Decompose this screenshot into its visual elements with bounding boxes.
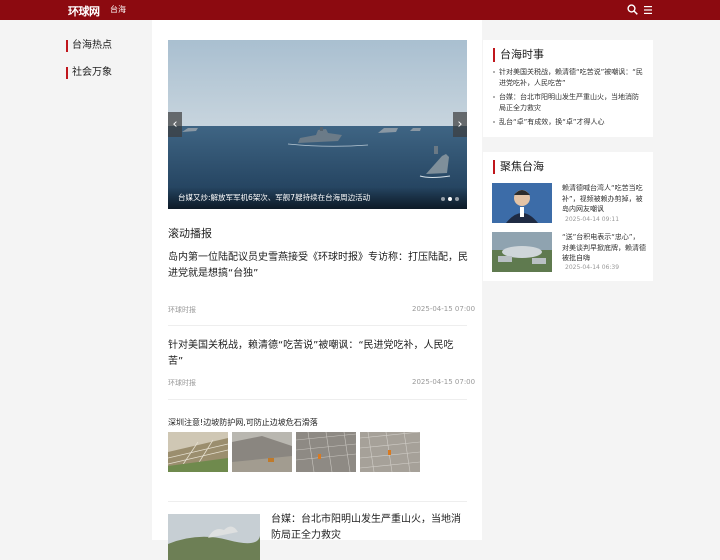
carousel-dots [441, 197, 459, 201]
search-icon[interactable] [627, 4, 638, 15]
nav-item-hot[interactable]: 台海热点 [66, 40, 112, 52]
news-divider [168, 325, 467, 326]
top-bar: 环球网 台海 [0, 0, 720, 20]
gallery-thumb-1[interactable] [168, 432, 228, 472]
news-time-1: 2025-04-15 07:00 [412, 305, 476, 313]
news-time-2: 2025-04-15 07:00 [412, 378, 476, 386]
menu-icon[interactable] [643, 5, 653, 15]
gallery-title[interactable]: 深圳注意!边坡防护网,可防止边坡危石滑落 [168, 417, 318, 428]
gallery-thumb-2[interactable] [232, 432, 292, 472]
carousel-dot-2[interactable] [448, 197, 452, 201]
section-title-scroll: 滚动播报 [168, 227, 212, 240]
focus-image-1[interactable] [492, 183, 552, 223]
news-divider [168, 501, 467, 502]
site-logo[interactable]: 环球网 [68, 3, 100, 19]
nav-item-society[interactable]: 社会万象 [66, 67, 112, 79]
news-title-2[interactable]: 针对美国关税战，赖清德“吃苦说”被嘲讽：“民进党吃补，人民吃苦” [168, 338, 468, 370]
focus-image-2[interactable] [492, 232, 552, 272]
sidebar-current-box: 台海时事 针对美国关税战，赖清德“吃苦说”被嘲讽：“民进党吃补，人民吃苦” 台媒… [483, 40, 653, 137]
carousel-next-button[interactable]: › [453, 112, 467, 137]
sidebar-current-item-1[interactable]: 针对美国关税战，赖清德“吃苦说”被嘲讽：“民进党吃补，人民吃苦” [493, 67, 645, 89]
focus-text-1[interactable]: 赖清德喊台湾人“吃苦当吃补”，视频被赖办剪掉，被岛内网友嘲讽 [562, 183, 646, 215]
focus-time-1: 2025-04-14 09:11 [565, 216, 620, 223]
bottom-news-title[interactable]: 台媒：台北市阳明山发生严重山火，当地消防局正全力救灾 [271, 512, 467, 544]
sidebar-current-item-3[interactable]: 乱台“卓”有成效，换“卓”才得人心 [493, 117, 645, 128]
channel-name[interactable]: 台海 [110, 4, 126, 15]
gallery-thumb-3[interactable] [296, 432, 356, 472]
bottom-news-image[interactable] [168, 514, 260, 560]
focus-time-2: 2025-04-14 06:39 [565, 264, 620, 271]
carousel-dot-1[interactable] [441, 197, 445, 201]
headline-carousel[interactable]: ‹ › 台媒又炒:解放军军机6架次、军舰7艘持续在台海周边活动 [168, 40, 467, 209]
gallery-thumb-4[interactable] [360, 432, 420, 472]
sidebar-current-title: 台海时事 [493, 48, 544, 62]
news-title-1[interactable]: 岛内第一位陆配议员史雪燕接受《环球时报》专访称：打压陆配，民进党就是想搞“台独” [168, 250, 468, 282]
left-nav: 台海热点 社会万象 [66, 40, 112, 94]
news-divider [168, 399, 467, 400]
carousel-photo [168, 40, 467, 209]
sidebar-current-item-2[interactable]: 台媒：台北市阳明山发生严重山火，当地消防局正全力救灾 [493, 92, 645, 114]
focus-text-2[interactable]: “送”台积电表示“忠心”，对美谈判早掀底牌，赖清德被批自嗨 [562, 232, 646, 264]
news-source-1: 环球时报 [168, 306, 196, 314]
sidebar-focus-box: 聚焦台海 赖清德喊台湾人“吃苦当吃补”，视频被赖办剪掉，被岛内网友嘲讽 2025… [483, 152, 653, 281]
sidebar-focus-title: 聚焦台海 [493, 160, 544, 174]
carousel-caption[interactable]: 台媒又炒:解放军军机6架次、军舰7艘持续在台海周边活动 [178, 192, 370, 203]
news-source-2: 环球时报 [168, 379, 196, 387]
main-column: ‹ › 台媒又炒:解放军军机6架次、军舰7艘持续在台海周边活动 滚动播报 岛内第… [152, 20, 482, 560]
carousel-dot-3[interactable] [455, 197, 459, 201]
carousel-prev-button[interactable]: ‹ [168, 112, 182, 137]
